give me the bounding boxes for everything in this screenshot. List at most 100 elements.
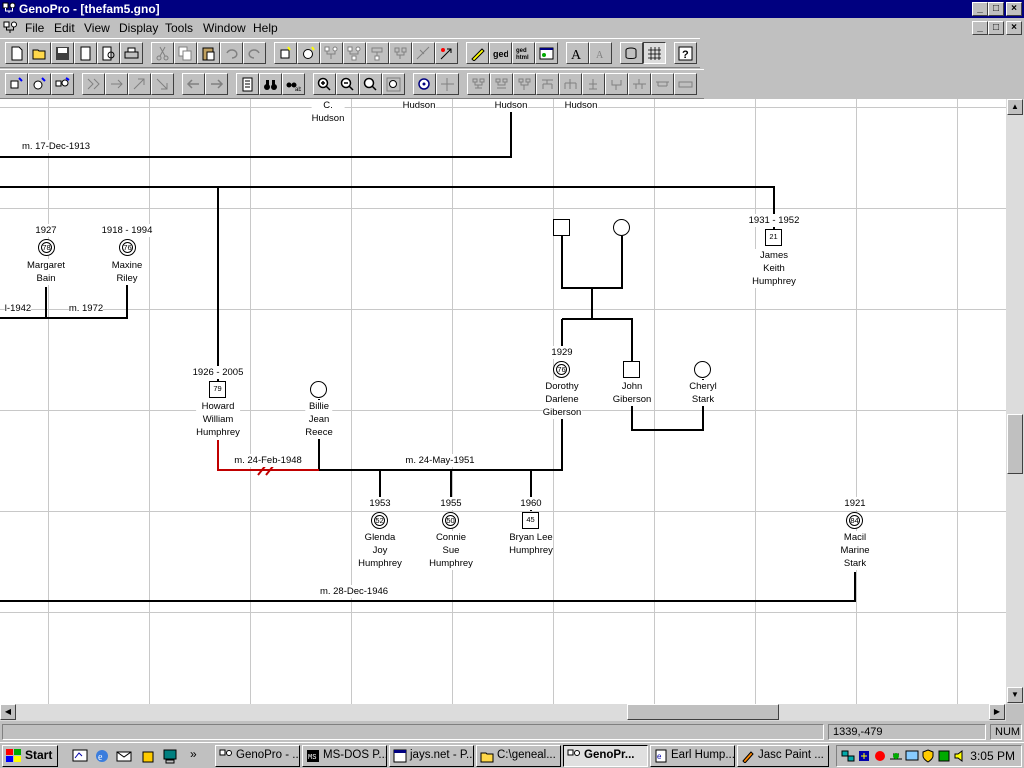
person-male-symbol[interactable] xyxy=(553,219,570,236)
horizontal-scroll-thumb[interactable] xyxy=(627,704,779,720)
menu-tools[interactable]: Tools xyxy=(165,21,193,35)
scroll-left-button[interactable]: ◀ xyxy=(0,704,16,720)
menu-view[interactable]: View xyxy=(84,21,110,35)
person-female-symbol[interactable] xyxy=(310,381,327,398)
task-jasc-paint[interactable]: Jasc Paint ... xyxy=(737,745,829,767)
copy-icon[interactable] xyxy=(174,42,197,64)
antivirus-icon[interactable] xyxy=(857,749,871,763)
person-male-symbol[interactable] xyxy=(623,361,640,378)
layers-icon[interactable] xyxy=(620,42,643,64)
task-folder[interactable]: C:\geneal... xyxy=(476,745,561,767)
person-male-symbol[interactable]: 21 xyxy=(765,229,782,246)
find-replace-icon[interactable]: ab xyxy=(282,73,305,95)
font-size-icon[interactable]: A xyxy=(589,42,612,64)
center-family-icon[interactable] xyxy=(436,73,459,95)
save-icon[interactable] xyxy=(51,42,74,64)
person-female-symbol[interactable]: 78 xyxy=(38,239,55,256)
layout-tree-6-icon[interactable] xyxy=(582,73,605,95)
find-binoculars-icon[interactable] xyxy=(259,73,282,95)
tray-monitor-icon[interactable] xyxy=(905,749,919,763)
genopro-app-icon[interactable] xyxy=(2,2,16,16)
vertical-scroll-thumb[interactable] xyxy=(1007,414,1023,474)
person-female-symbol[interactable] xyxy=(694,361,711,378)
tray-security-icon[interactable] xyxy=(921,749,935,763)
internet-explorer-icon[interactable]: e xyxy=(94,748,110,764)
wizard-male-icon[interactable] xyxy=(5,73,28,95)
person-female-symbol[interactable]: 84 xyxy=(846,512,863,529)
add-child-icon[interactable] xyxy=(366,42,389,64)
layout-tree-5-icon[interactable] xyxy=(559,73,582,95)
wizard-family-icon[interactable] xyxy=(51,73,74,95)
scroll-down-button[interactable]: ▼ xyxy=(1007,687,1023,703)
menu-display[interactable]: Display xyxy=(119,21,158,35)
align-right-icon[interactable] xyxy=(105,73,128,95)
person-female-symbol[interactable]: 76 xyxy=(119,239,136,256)
quicklaunch-app-icon[interactable] xyxy=(140,748,156,764)
computer-icon[interactable] xyxy=(162,748,178,764)
mdi-restore-button[interactable]: □ xyxy=(988,21,1004,35)
menu-file[interactable]: File xyxy=(25,21,44,35)
family-link-icon[interactable] xyxy=(343,42,366,64)
person-female-symbol[interactable]: 76 xyxy=(553,361,570,378)
undo-icon[interactable] xyxy=(220,42,243,64)
menu-help[interactable]: Help xyxy=(253,21,278,35)
print-preview-icon[interactable] xyxy=(97,42,120,64)
family-tree-canvas[interactable]: C. Hudson Hudson Hudson Hudson m. 17-Dec… xyxy=(0,99,1006,704)
maximize-button[interactable]: □ xyxy=(988,2,1004,16)
edit-pen-icon[interactable] xyxy=(466,42,489,64)
back-arrow-icon[interactable] xyxy=(182,73,205,95)
zoom-in-icon[interactable] xyxy=(313,73,336,95)
scroll-up-button[interactable]: ▲ xyxy=(1007,99,1023,115)
page-icon[interactable] xyxy=(74,42,97,64)
layout-tree-7-icon[interactable] xyxy=(605,73,628,95)
task-jays-net[interactable]: jays.net - P... xyxy=(389,745,474,767)
document-icon[interactable] xyxy=(2,20,18,36)
email-icon[interactable] xyxy=(116,748,132,764)
layout-tree-9-icon[interactable] xyxy=(651,73,674,95)
link-tool-icon[interactable] xyxy=(412,42,435,64)
font-icon[interactable]: A xyxy=(566,42,589,64)
new-file-icon[interactable] xyxy=(5,42,28,64)
ged-html-icon[interactable]: ged html xyxy=(512,42,535,64)
new-male-icon[interactable] xyxy=(274,42,297,64)
properties-page-icon[interactable] xyxy=(236,73,259,95)
forward-arrow-icon[interactable] xyxy=(205,73,228,95)
layout-tree-10-icon[interactable] xyxy=(674,73,697,95)
align-left-icon[interactable] xyxy=(82,73,105,95)
horizontal-scrollbar[interactable]: ◀ ▶ xyxy=(0,704,1006,721)
layout-tree-8-icon[interactable] xyxy=(628,73,651,95)
wizard-female-icon[interactable] xyxy=(28,73,51,95)
print-icon[interactable] xyxy=(120,42,143,64)
add-parents-icon[interactable] xyxy=(389,42,412,64)
scroll-right-button[interactable]: ▶ xyxy=(989,704,1005,720)
person-female-symbol[interactable] xyxy=(613,219,630,236)
quicklaunch-more[interactable]: » xyxy=(190,747,197,761)
volume-icon[interactable] xyxy=(953,749,967,763)
task-earl-hump[interactable]: e Earl Hump... xyxy=(650,745,735,767)
layout-tree-3-icon[interactable] xyxy=(513,73,536,95)
align-bottom-icon[interactable] xyxy=(151,73,174,95)
web-page-icon[interactable] xyxy=(535,42,558,64)
layout-tree-4-icon[interactable] xyxy=(536,73,559,95)
connection-icon[interactable] xyxy=(889,749,903,763)
grid-icon[interactable] xyxy=(643,42,666,64)
task-genopro-1[interactable]: GenoPro - ... xyxy=(215,745,300,767)
person-female-symbol[interactable]: 50 xyxy=(442,512,459,529)
redo-icon[interactable] xyxy=(243,42,266,64)
show-desktop-icon[interactable] xyxy=(72,748,88,764)
person-male-symbol[interactable]: 45 xyxy=(522,512,539,529)
zoom-icon[interactable] xyxy=(359,73,382,95)
minimize-button[interactable]: _ xyxy=(972,2,988,16)
zoom-out-icon[interactable] xyxy=(336,73,359,95)
mdi-close-button[interactable]: × xyxy=(1006,21,1022,35)
task-genopro-active[interactable]: GenoPr... xyxy=(563,745,648,767)
paste-icon[interactable] xyxy=(197,42,220,64)
tray-utility-icon[interactable] xyxy=(937,749,951,763)
cut-icon[interactable] xyxy=(151,42,174,64)
help-icon[interactable]: ? xyxy=(674,42,697,64)
pointer-tool-icon[interactable] xyxy=(435,42,458,64)
person-male-symbol[interactable]: 79 xyxy=(209,381,226,398)
tray-app-icon[interactable] xyxy=(873,749,887,763)
network-icon[interactable] xyxy=(841,749,855,763)
menu-edit[interactable]: Edit xyxy=(54,21,75,35)
